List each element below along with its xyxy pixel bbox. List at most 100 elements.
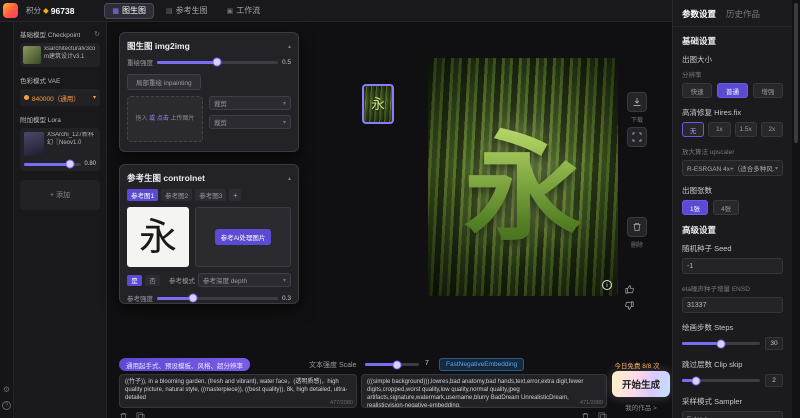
hires-fix-label: 高清修复 Hires.fix	[682, 107, 783, 118]
history-thumbnail-selected[interactable]: 永	[362, 84, 394, 124]
copy-icon[interactable]	[136, 412, 145, 418]
sampler-select[interactable]: Euler a ▾	[682, 411, 783, 418]
batch-4-button[interactable]: 4张	[713, 200, 739, 215]
reference-image[interactable]: 永	[127, 207, 189, 267]
upscaler-label: 放大算法 upscaler	[682, 146, 783, 156]
settings-gear-icon[interactable]: ⚙	[3, 385, 10, 394]
lora-weight-value: 0.80	[84, 161, 96, 167]
copy-icon[interactable]	[598, 412, 607, 418]
preprocess-yes-toggle[interactable]: 是	[127, 275, 142, 286]
tab-workflow[interactable]: ▣ 工作流	[220, 3, 268, 19]
generate-button[interactable]: 开始生成	[612, 371, 670, 397]
app-logo-icon[interactable]	[3, 3, 18, 18]
embedding-pill[interactable]: FastNegativeEmbedding	[439, 358, 524, 371]
lora-section-label: 附加模型 Lora	[20, 114, 61, 124]
clip-skip-slider[interactable]	[682, 379, 760, 382]
inpaint-button[interactable]: 局部重绘 inpainting	[127, 74, 201, 90]
trash-icon[interactable]	[119, 412, 128, 418]
collapse-icon[interactable]: ▴	[288, 43, 291, 50]
thumb-up-icon[interactable]	[624, 284, 635, 295]
hires-1x-button[interactable]: 1x	[708, 122, 730, 137]
refresh-icon[interactable]: ↻	[94, 30, 100, 38]
quality-enhanced-button[interactable]: 增强	[753, 83, 783, 98]
thumb-down-icon[interactable]	[624, 300, 635, 311]
reference-gen-icon: ▤	[166, 7, 173, 15]
fullscreen-icon	[632, 132, 642, 142]
lora-card[interactable]: XSArchi_127新科幻〖Neov1.0 0.80	[20, 128, 100, 171]
negative-prompt-input[interactable]: (((simple background))),lowres,bad anato…	[361, 374, 607, 408]
resize-mode-select-2[interactable]: 裁剪 ▾	[209, 115, 291, 129]
collapse-icon[interactable]: ▴	[288, 175, 291, 182]
resize-mode-1-value: 裁剪	[214, 98, 227, 108]
ensd-label: eta噪声种子增量 ENSD	[682, 283, 783, 293]
delete-button[interactable]	[627, 217, 647, 237]
cfg-scale-label: 文本强度 Scale	[309, 360, 356, 370]
add-lora-button[interactable]: + 添加	[20, 180, 100, 210]
chevron-down-icon: ▾	[283, 100, 286, 107]
generated-image-glyph: 永	[428, 58, 618, 296]
controlnet-tab-2[interactable]: 参考图2	[161, 189, 192, 201]
left-rail: ⚙ ?	[0, 22, 14, 418]
quality-fast-button[interactable]: 快速	[682, 83, 712, 98]
hires-2x-button[interactable]: 2x	[761, 122, 783, 137]
cfg-scale-slider[interactable]	[365, 363, 419, 366]
tab-img2img[interactable]: ▦ 图生图	[104, 3, 154, 19]
hires-15x-button[interactable]: 1.5x	[735, 122, 757, 137]
controlnet-tab-3[interactable]: 参考图3	[195, 189, 226, 201]
controlnet-panel-title: 参考生图 controlnet	[127, 172, 205, 184]
preprocess-no-toggle[interactable]: 否	[145, 275, 160, 286]
preset-pill-button[interactable]: 通用起手式、预设模板、风格、超分辨率	[119, 358, 250, 371]
positive-prompt-count: 477/2080	[330, 400, 353, 406]
steps-slider[interactable]	[682, 342, 760, 345]
img2img-panel-title: 图生图 img2img	[127, 40, 190, 52]
top-bar: 积分 ◆ 96738 ▦ 图生图 ▤ 参考生图 ▣ 工作流	[0, 0, 672, 22]
checkpoint-card[interactable]: xsarchitecturalv3com建筑设计v3.1	[20, 43, 100, 67]
upload-hint-or: 或	[149, 116, 155, 122]
tab-reference-gen[interactable]: ▤ 参考生图	[159, 3, 215, 19]
model-sidebar: 基础模型 Checkpoint ↻ xsarchitecturalv3com建筑…	[14, 22, 107, 418]
chevron-down-icon: ▾	[283, 119, 286, 126]
reference-mode-select[interactable]: 参考深度 depth ▾	[198, 273, 291, 287]
positive-prompt-input[interactable]: ((竹子)), in a blooming garden, (fresh and…	[119, 374, 357, 408]
controlnet-tab-1[interactable]: 参考图1	[127, 189, 158, 201]
credits[interactable]: 积分 ◆ 96738	[26, 5, 74, 16]
batch-count-label: 出图张数	[682, 185, 783, 196]
upscaler-select[interactable]: R-ESRGAN 4x+（适合多种风… ▾	[682, 160, 783, 176]
chevron-down-icon: ▾	[775, 165, 778, 172]
advanced-settings-header: 高级设置	[682, 224, 783, 236]
download-button[interactable]	[627, 92, 647, 112]
trash-icon[interactable]	[581, 412, 590, 418]
reference-strength-slider[interactable]	[157, 297, 278, 300]
image-upload-dropzone[interactable]: 拖入 或 点击 上传图片	[127, 96, 203, 142]
denoise-slider[interactable]	[157, 61, 278, 64]
lora-weight-slider[interactable]	[24, 163, 81, 166]
hires-none-button[interactable]: 无	[682, 122, 704, 137]
vae-select[interactable]: 840000（通用） ▾	[20, 89, 100, 106]
vae-value: 840000（通用）	[32, 93, 90, 103]
clip-skip-value: 2	[765, 374, 783, 387]
image-size-label: 出图大小	[682, 54, 783, 65]
my-works-link[interactable]: 我的作品 >	[612, 402, 670, 412]
reference-mode-value: 参考深度 depth	[203, 275, 247, 285]
tab-history-works[interactable]: 历史作品	[726, 8, 760, 20]
seed-input[interactable]	[682, 258, 783, 274]
help-icon[interactable]: ?	[2, 401, 11, 410]
feedback-buttons	[624, 284, 635, 311]
batch-1-button[interactable]: 1张	[682, 200, 708, 215]
upload-hint-drag: 拖入	[135, 116, 147, 122]
add-controlnet-tab-button[interactable]: +	[229, 189, 241, 201]
fullscreen-button[interactable]	[627, 127, 647, 147]
resize-mode-select-1[interactable]: 裁剪 ▾	[209, 96, 291, 110]
quality-normal-button[interactable]: 普通	[717, 83, 747, 98]
ai-process-button[interactable]: 参考Ai处理图片	[215, 229, 272, 245]
credits-label: 积分	[26, 5, 41, 16]
info-icon[interactable]: i	[602, 280, 612, 290]
ensd-input[interactable]	[682, 297, 783, 313]
controlnet-panel: 参考生图 controlnet ▴ 参考图1 参考图2 参考图3 + 永 参考A…	[119, 164, 299, 304]
scrollbar-thumb[interactable]	[794, 3, 798, 143]
img2img-icon: ▦	[112, 7, 119, 15]
history-thumbnail-glyph: 永	[371, 94, 385, 114]
generated-image[interactable]: 永 i	[428, 58, 618, 296]
tab-parameters[interactable]: 参数设置	[682, 8, 716, 20]
resize-mode-2-value: 裁剪	[214, 117, 227, 127]
